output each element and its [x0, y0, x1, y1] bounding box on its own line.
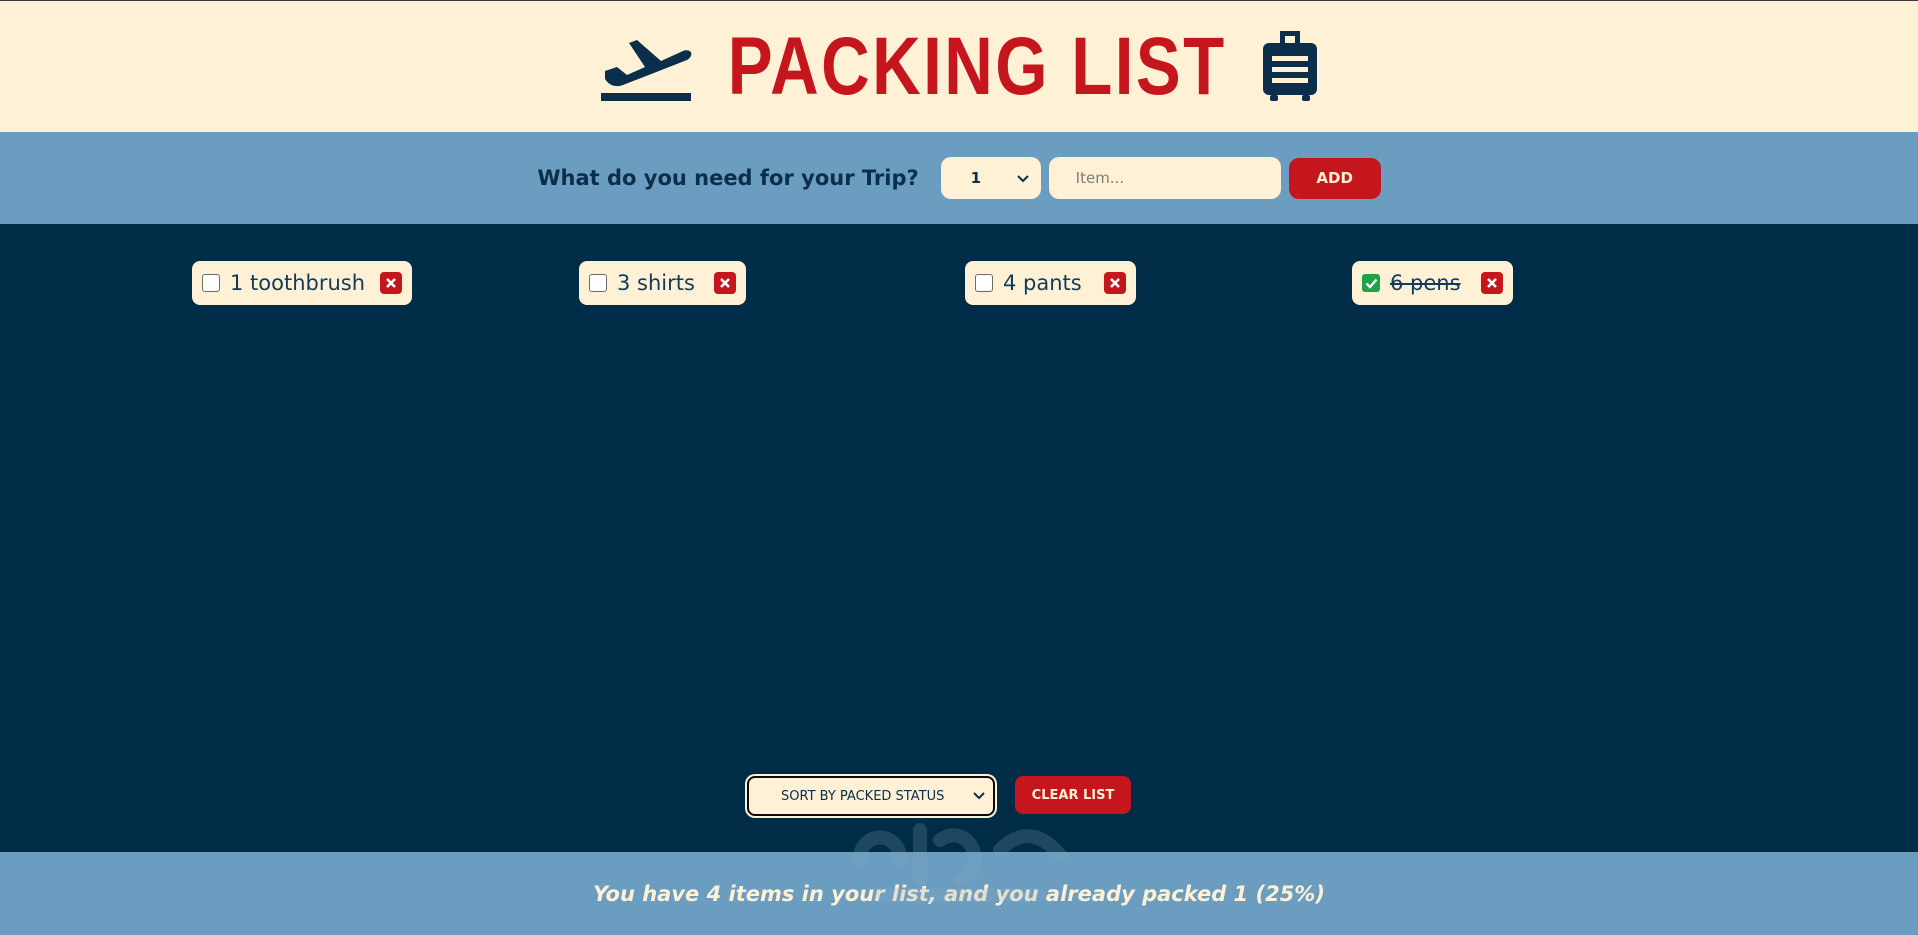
close-icon [1487, 278, 1497, 288]
checkmark-icon [1365, 278, 1377, 289]
page-title: PACKING LIST [727, 20, 1227, 112]
clear-list-button[interactable]: CLEAR LIST [1015, 776, 1131, 814]
item-input-placeholder: Item... [1075, 169, 1125, 187]
quantity-value: 1 [970, 169, 982, 187]
app-header: PACKING LIST [0, 0, 1918, 132]
sort-value: SORT BY PACKED STATUS [781, 788, 945, 804]
item-label: 3 shirts [617, 271, 695, 295]
delete-item-button[interactable] [714, 272, 736, 294]
add-button[interactable]: ADD [1288, 157, 1381, 199]
item-label: 4 pants [1003, 271, 1082, 295]
list-actions: SORT BY PACKED STATUS CLEAR LIST [0, 776, 1918, 816]
delete-item-button[interactable] [1104, 272, 1126, 294]
packed-checkbox[interactable] [1362, 274, 1380, 292]
item-input[interactable]: Item... [1048, 157, 1281, 199]
sort-select[interactable]: SORT BY PACKED STATUS [747, 776, 995, 816]
add-item-form: What do you need for your Trip? 1 Item..… [0, 132, 1918, 224]
stats-footer: You have 4 items in your list, and you a… [0, 852, 1918, 935]
list-item: 6 pens [1352, 261, 1513, 305]
delete-item-button[interactable] [380, 272, 402, 294]
item-label: 1 toothbrush [230, 271, 366, 295]
packed-checkbox[interactable] [589, 274, 607, 292]
close-icon [720, 278, 730, 288]
list-item: 1 toothbrush [192, 261, 412, 305]
suitcase-icon [1261, 27, 1319, 107]
chevron-down-icon [973, 789, 985, 804]
packing-stats: You have 4 items in your list, and you a… [593, 881, 1325, 906]
chevron-down-icon [1016, 169, 1029, 187]
close-icon [386, 278, 396, 288]
item-label: 6 pens [1390, 271, 1461, 295]
airplane-departure-icon [599, 27, 693, 107]
packed-checkbox[interactable] [975, 274, 993, 292]
form-question: What do you need for your Trip? [537, 166, 919, 190]
list-item: 3 shirts [579, 261, 746, 305]
list-item: 4 pants [965, 261, 1136, 305]
quantity-select[interactable]: 1 [940, 157, 1041, 199]
delete-item-button[interactable] [1481, 272, 1503, 294]
packing-list: 1 toothbrush 3 shirts 4 pants 6 pens [0, 224, 1918, 852]
packed-checkbox[interactable] [202, 274, 220, 292]
close-icon [1110, 278, 1120, 288]
